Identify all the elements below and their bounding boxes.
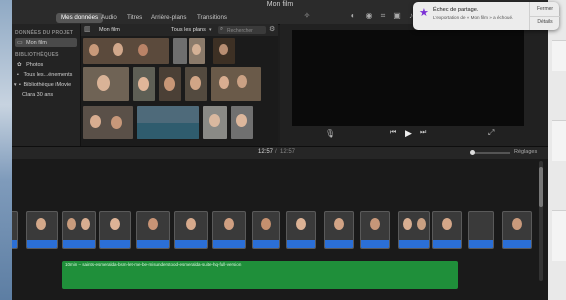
clip-thumbnail[interactable] [159,67,181,101]
scrollbar[interactable] [539,161,543,281]
timeline-header: 12:57 / 12:57 Réglages [12,146,548,160]
desktop-background-right [548,0,566,300]
disclosure-triangle-icon[interactable]: ▼ [13,82,17,87]
desktop-wallpaper-left [0,0,12,300]
sidebar-item-label: Photos [26,62,44,68]
sidebar-item-imovie-library[interactable]: ▼ ▪ Bibliothèque iMovie [13,82,71,88]
clip-thumbnail[interactable] [211,67,261,101]
clip-thumbnail[interactable] [213,38,235,64]
libraries-header: BIBLIOTHÈQUES [15,52,59,58]
tab-transitions[interactable]: Transitions [192,13,232,23]
search-placeholder[interactable]: Rechercher [227,28,253,34]
timecode-separator: / [275,149,277,155]
star-icon: ★ [419,7,429,19]
close-button[interactable]: Fermer [530,6,560,12]
sidebar-item-mon-film[interactable]: ▭ Mon film [15,38,77,47]
search-icon: ⌕ [220,26,224,32]
library-icon: ▪ [19,82,21,88]
tab-audio[interactable]: Audio [96,13,122,23]
timeline-clip[interactable] [12,211,18,249]
timeline-clip[interactable] [212,211,246,249]
clip-thumbnail[interactable] [185,67,207,101]
details-button[interactable]: Détails [530,19,560,25]
clip-thumbnail[interactable] [173,38,187,64]
timeline-clip[interactable] [252,211,280,249]
fullscreen-icon[interactable]: ⤢ [488,128,494,138]
play-icon[interactable]: ▶ [405,128,412,139]
imovie-window: Mon film Mes données Audio Titres Arrièr… [12,0,548,300]
clip-thumbnail[interactable] [137,106,199,139]
browser-title: Mon film [99,27,120,33]
share-failed-notification[interactable]: ★ Échec de partage. L'exportation de « M… [413,2,560,30]
clip-thumbnail[interactable] [231,106,253,139]
browser-toolbar: ▥ Mon film Tous les plans ▾ ⌕ Rechercher… [81,24,278,36]
timeline-clip[interactable] [432,211,462,249]
clip-thumbnail[interactable] [189,38,205,64]
sidebar-item-clara-event[interactable]: Clara 30 ans [22,92,53,98]
tab-arriere-plans[interactable]: Arrière-plans [146,13,191,23]
microphone-icon[interactable]: 🎙 [325,129,335,138]
audio-clip-label: 10min – saints-esmeralda-bsm-let-me-be-m… [65,262,242,267]
timeline-clip[interactable] [286,211,316,249]
tab-titres[interactable]: Titres [122,13,147,23]
notification-title: Échec de partage. [433,7,479,13]
timeline-clip[interactable] [324,211,354,249]
timecode-current: 12:57 [258,149,274,155]
events-icon: ▪ [17,72,19,78]
skip-back-icon[interactable]: ⏮ [390,129,396,137]
color-balance-icon[interactable]: ◐ [348,11,358,21]
clip-thumbnail[interactable] [83,106,133,139]
stabilization-icon[interactable]: ▣ [392,11,402,21]
timeline-clip[interactable] [502,211,532,249]
magic-wand-icon[interactable]: ✧ [302,11,312,21]
settings-label[interactable]: Réglages [514,149,537,155]
timeline-clip[interactable] [468,211,494,249]
timeline-clip[interactable] [99,211,131,249]
video-preview[interactable] [292,30,524,126]
background-music-clip[interactable]: 10min – saints-esmeralda-bsm-let-me-be-m… [62,261,458,289]
chevron-down-icon: ▾ [209,27,212,33]
sidebar-item-label: Clara 30 ans [22,92,54,98]
clip-thumbnail[interactable] [133,67,155,101]
gear-icon[interactable]: ⚙ [269,25,275,33]
zoom-slider-handle[interactable] [470,150,475,155]
timeline-clip[interactable] [398,211,430,249]
notification-actions: Fermer Détails [529,2,560,30]
timeline-clip[interactable] [136,211,170,249]
project-data-header: DONNÉES DU PROJET [15,30,74,36]
timeline-clip[interactable] [62,211,96,249]
media-browser: ▥ Mon film Tous les plans ▾ ⌕ Rechercher… [81,24,278,146]
clip-thumbnail[interactable] [203,106,227,139]
clip-thumbnail[interactable] [83,38,169,64]
clip-filter-select[interactable]: Tous les plans [171,27,206,33]
sidebar-item-all-events[interactable]: ▪ Tous les...énements [17,72,72,78]
notification-message: L'exportation de « Mon film » a échoué. [433,15,514,20]
film-icon: ▭ [17,40,23,46]
sidebar-toggle-icon[interactable]: ▥ [84,25,91,33]
timecode-total: 12:57 [280,149,296,155]
photos-icon: ✿ [17,62,22,68]
sidebar-item-photos[interactable]: ✿ Photos [17,62,43,68]
color-correction-icon[interactable]: ◉ [364,11,374,21]
search-field[interactable]: ⌕ Rechercher [218,26,266,34]
clip-thumbnail[interactable] [83,67,129,101]
skip-forward-icon[interactable]: ⏭ [420,129,426,137]
timeline-clip[interactable] [360,211,390,249]
sidebar-item-label: Tous les...énements [23,72,73,78]
timeline-clip[interactable] [26,211,58,249]
timeline-clip[interactable] [174,211,208,249]
sidebar-item-label: Bibliothèque iMovie [23,82,72,88]
library-sidebar: DONNÉES DU PROJET ▭ Mon film BIBLIOTHÈQU… [12,24,81,146]
zoom-slider[interactable] [470,150,510,155]
sidebar-item-label: Mon film [26,39,47,46]
crop-icon[interactable]: ⌗ [378,11,388,21]
